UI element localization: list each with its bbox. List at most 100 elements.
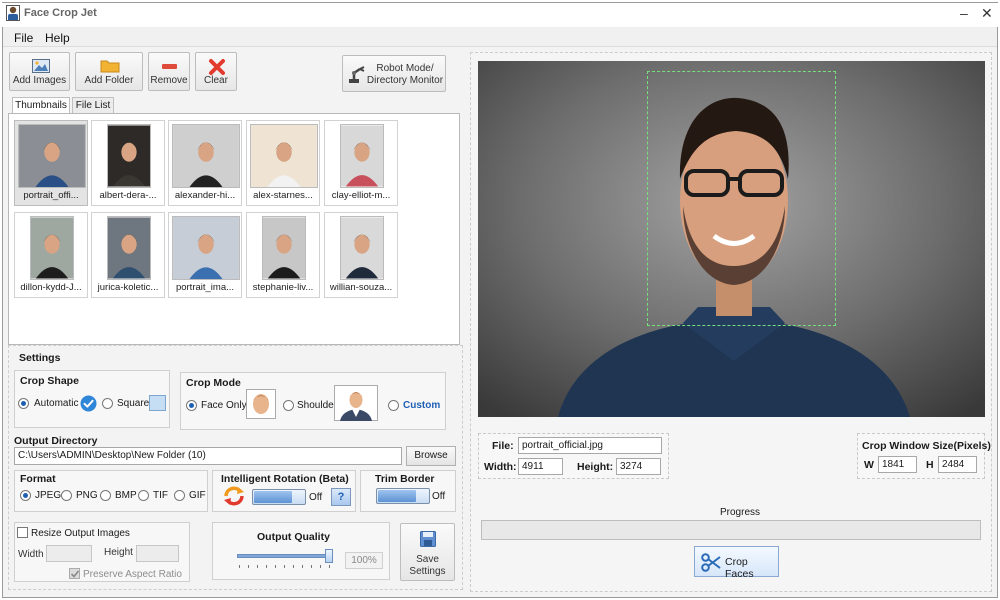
- preserve-aspect-label: Preserve Aspect Ratio: [83, 569, 182, 580]
- resize-width-input[interactable]: [46, 545, 92, 562]
- thumbnail-item[interactable]: jurica-koletic...: [91, 212, 165, 298]
- resize-output-checkbox[interactable]: [17, 527, 28, 538]
- thumbnail-caption: stephanie-liv...: [252, 282, 314, 293]
- progress-bar: [481, 520, 981, 540]
- image-icon: [32, 59, 50, 73]
- resize-height-input[interactable]: [136, 545, 179, 562]
- robot-mode-button[interactable]: Robot Mode/ Directory Monitor: [342, 55, 446, 92]
- crop-w-field[interactable]: 1841: [878, 456, 917, 473]
- thumbnail-caption: willian-souza...: [329, 282, 393, 293]
- crop-shape-square-label: Square: [117, 398, 150, 409]
- crop-faces-button[interactable]: Crop Faces: [694, 546, 779, 580]
- close-button[interactable]: ✕: [981, 6, 993, 20]
- crop-faces-label: Crop Faces: [725, 556, 754, 580]
- quality-slider-thumb[interactable]: [325, 549, 333, 563]
- crop-mode-face-only-label: Face Only: [201, 400, 247, 411]
- scissors-icon: [701, 553, 721, 572]
- crop-shape-square-radio[interactable]: [102, 398, 113, 409]
- clear-x-icon: [209, 59, 225, 75]
- app-logo-icon: [6, 5, 20, 21]
- thumbnail-item[interactable]: portrait_offi...: [14, 120, 88, 206]
- rotation-help-button[interactable]: ?: [331, 488, 351, 506]
- crop-mode-face-only-radio[interactable]: [186, 400, 197, 411]
- slider-tick: [311, 565, 312, 568]
- clear-button[interactable]: Clear: [195, 52, 237, 91]
- format-tif-label: TIF: [153, 490, 168, 501]
- crop-window-outline[interactable]: [647, 71, 836, 326]
- rotation-toggle[interactable]: [252, 489, 306, 505]
- format-gif-label: GIF: [189, 490, 206, 501]
- height-field: 3274: [616, 458, 661, 475]
- minimize-button[interactable]: –: [960, 6, 968, 20]
- crop-mode-custom-label: Custom: [403, 400, 441, 411]
- thumbnail-image: [30, 216, 74, 280]
- slider-tick: [302, 565, 303, 568]
- rotation-icon: [224, 486, 244, 506]
- format-gif-radio[interactable]: [174, 490, 185, 501]
- menu-help[interactable]: Help: [45, 31, 70, 45]
- trim-border-toggle[interactable]: [376, 488, 430, 504]
- add-images-label: Add Images: [12, 75, 67, 86]
- rotation-label: Intelligent Rotation (Beta): [221, 473, 349, 485]
- crop-mode-label: Crop Mode: [186, 377, 241, 389]
- resize-width-label: Width: [18, 549, 44, 560]
- slider-tick: [266, 565, 267, 568]
- progress-label: Progress: [720, 507, 761, 518]
- thumbnail-caption: dillon-kydd-J...: [20, 282, 82, 293]
- thumbnail-caption: alex-starnes...: [253, 190, 313, 201]
- thumbnail-image: [18, 124, 86, 188]
- crop-mode-custom-radio[interactable]: [388, 400, 399, 411]
- slider-tick: [329, 565, 330, 568]
- crop-h-field[interactable]: 2484: [938, 456, 977, 473]
- slider-tick: [293, 565, 294, 568]
- slider-tick: [320, 565, 321, 568]
- trim-border-state: Off: [432, 491, 446, 502]
- crop-mode-shoulder-radio[interactable]: [283, 400, 294, 411]
- crop-mode-shoulder-label: Shoulder: [297, 400, 338, 411]
- crop-shape-automatic-radio[interactable]: [18, 398, 29, 409]
- crop-shape-automatic-label: Automatic: [34, 398, 79, 409]
- format-bmp-radio[interactable]: [100, 490, 111, 501]
- thumbnail-item[interactable]: alex-starnes...: [246, 120, 320, 206]
- thumbnail-item[interactable]: alexander-hi...: [168, 120, 242, 206]
- remove-button[interactable]: Remove: [148, 52, 190, 91]
- thumbnail-item[interactable]: albert-dera-...: [91, 120, 165, 206]
- crop-window-size-label: Crop Window Size(Pixels): [862, 440, 991, 452]
- thumbnail-image: [172, 124, 240, 188]
- quality-slider-track[interactable]: [237, 554, 331, 558]
- menu-bar: [3, 27, 997, 47]
- quality-value: 100%: [345, 552, 383, 569]
- thumbnail-image: [107, 216, 151, 280]
- format-png-radio[interactable]: [61, 490, 72, 501]
- browse-button[interactable]: Browse: [406, 446, 456, 466]
- save-settings-line2: Settings: [409, 566, 446, 577]
- thumbnail-item[interactable]: portrait_ima...: [168, 212, 242, 298]
- add-folder-button[interactable]: Add Folder: [75, 52, 143, 91]
- folder-icon: [100, 60, 120, 73]
- trim-border-label: Trim Border: [375, 473, 435, 485]
- format-jpeg-radio[interactable]: [20, 490, 31, 501]
- output-quality-label: Output Quality: [257, 531, 330, 543]
- crop-w-label: W: [864, 459, 874, 471]
- width-field: 4911: [518, 458, 563, 475]
- robot-mode-line1: Robot Mode/: [376, 63, 434, 74]
- save-settings-line1: Save: [416, 554, 439, 565]
- add-folder-label: Add Folder: [84, 75, 134, 86]
- thumbnail-item[interactable]: willian-souza...: [324, 212, 398, 298]
- thumbnail-image: [172, 216, 240, 280]
- save-settings-label: Save Settings: [401, 554, 454, 578]
- preserve-aspect-checkbox[interactable]: [69, 568, 80, 579]
- checkmark-icon: [70, 570, 80, 578]
- file-name-field: portrait_official.jpg: [518, 437, 662, 454]
- rotation-state: Off: [309, 492, 323, 503]
- menu-file[interactable]: File: [14, 31, 33, 45]
- format-tif-radio[interactable]: [138, 490, 149, 501]
- thumbnail-item[interactable]: dillon-kydd-J...: [14, 212, 88, 298]
- output-directory-input[interactable]: C:\Users\ADMIN\Desktop\New Folder (10): [14, 447, 402, 465]
- thumbnail-item[interactable]: stephanie-liv...: [246, 212, 320, 298]
- thumbnail-item[interactable]: clay-elliot-m...: [324, 120, 398, 206]
- square-shape-icon: [149, 395, 166, 411]
- save-settings-button[interactable]: Save Settings: [400, 523, 455, 581]
- remove-label: Remove: [150, 75, 188, 86]
- add-images-button[interactable]: Add Images: [9, 52, 70, 91]
